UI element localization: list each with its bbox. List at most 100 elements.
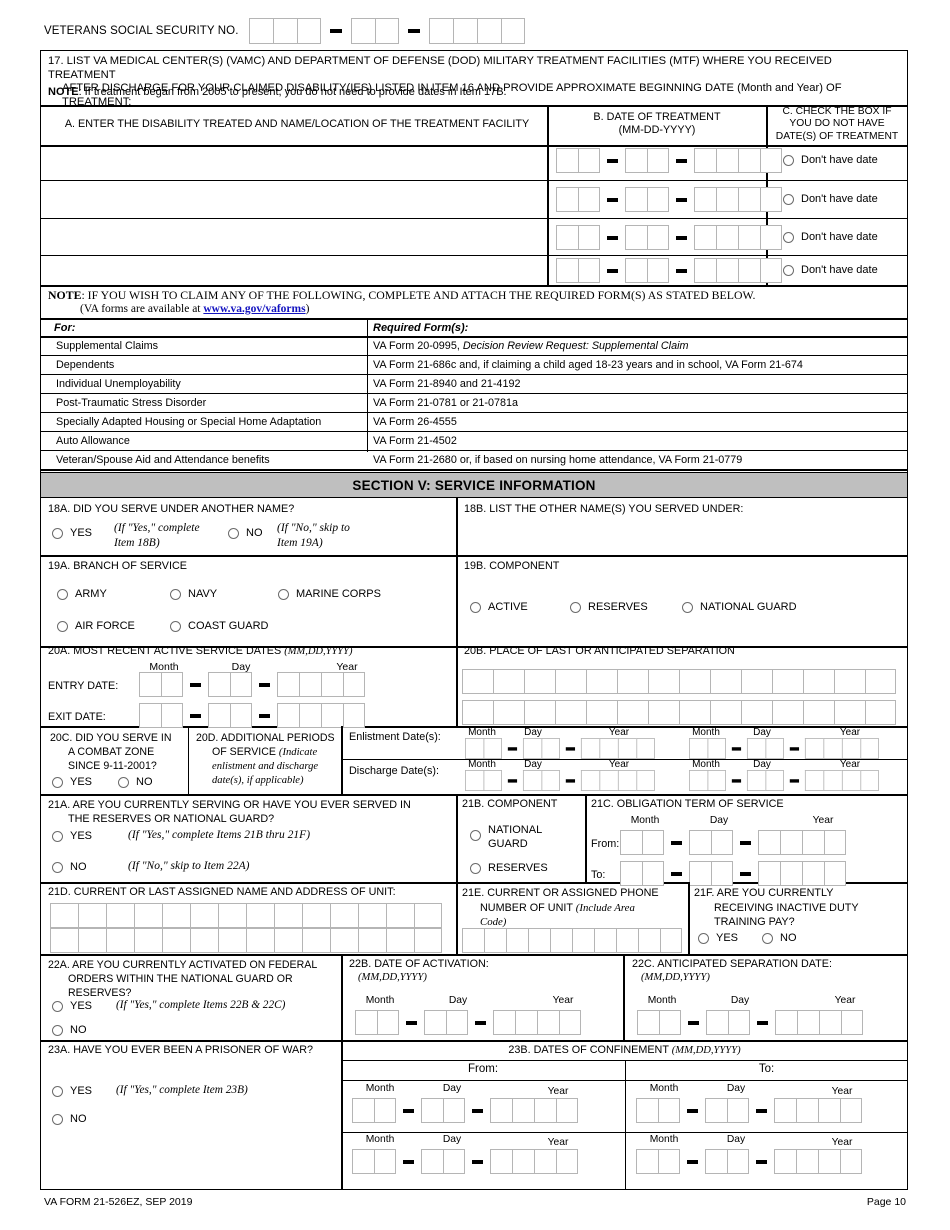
date-box[interactable]: [139, 703, 161, 728]
date-box[interactable]: [774, 1149, 796, 1174]
char-box[interactable]: [190, 903, 218, 928]
radio-icon[interactable]: [52, 776, 63, 788]
entry-date-input[interactable]: [139, 672, 365, 697]
radio-icon[interactable]: [570, 601, 581, 613]
date-box[interactable]: [522, 738, 542, 759]
date-box[interactable]: [490, 1098, 512, 1123]
radio-icon[interactable]: [52, 1113, 63, 1125]
date-box[interactable]: [642, 830, 664, 855]
char-box[interactable]: [594, 928, 616, 953]
char-box[interactable]: [648, 669, 679, 694]
date-box[interactable]: [689, 738, 708, 759]
discharge-date-input-1[interactable]: [465, 770, 655, 791]
char-box[interactable]: [462, 700, 493, 725]
date-box[interactable]: [465, 770, 484, 791]
date-box[interactable]: [689, 861, 711, 886]
ssn-box[interactable]: [452, 18, 477, 44]
date-box[interactable]: [541, 770, 560, 791]
char-box[interactable]: [386, 903, 414, 928]
date-box[interactable]: [443, 1098, 465, 1123]
exit-date-input[interactable]: [139, 703, 365, 728]
date-box[interactable]: [659, 1010, 681, 1035]
char-box[interactable]: [484, 928, 506, 953]
date-box[interactable]: [694, 258, 716, 283]
date-box[interactable]: [446, 1010, 468, 1035]
date-box[interactable]: [617, 738, 637, 759]
ssn-box[interactable]: [476, 18, 501, 44]
date-box[interactable]: [775, 1010, 797, 1035]
item21a-no-option[interactable]: NO: [52, 861, 87, 873]
date-box[interactable]: [230, 703, 252, 728]
date-box[interactable]: [636, 770, 655, 791]
treatment-date-input[interactable]: [556, 187, 782, 212]
char-box[interactable]: [134, 928, 162, 953]
date-box[interactable]: [694, 187, 716, 212]
anticipated-separation-date-input[interactable]: [637, 1010, 863, 1035]
date-box[interactable]: [760, 225, 782, 250]
char-box[interactable]: [865, 669, 896, 694]
date-box[interactable]: [774, 1098, 796, 1123]
date-box[interactable]: [647, 187, 669, 212]
date-box[interactable]: [556, 225, 578, 250]
date-box[interactable]: [483, 770, 502, 791]
char-box[interactable]: [78, 928, 106, 953]
enlistment-date-input-2[interactable]: [689, 738, 879, 759]
date-box[interactable]: [694, 148, 716, 173]
vaforms-link[interactable]: www.va.gov/vaforms: [203, 303, 305, 315]
date-box[interactable]: [716, 148, 738, 173]
date-box[interactable]: [556, 187, 578, 212]
char-box[interactable]: [246, 928, 274, 953]
date-box[interactable]: [796, 1149, 818, 1174]
char-box[interactable]: [462, 669, 493, 694]
char-box[interactable]: [865, 700, 896, 725]
enlistment-date-input-1[interactable]: [465, 738, 655, 759]
table-row[interactable]: [48, 150, 542, 178]
char-box[interactable]: [493, 669, 524, 694]
ssn-box[interactable]: [350, 18, 375, 44]
date-box[interactable]: [355, 1010, 377, 1035]
char-box[interactable]: [772, 700, 803, 725]
date-box[interactable]: [780, 861, 802, 886]
char-box[interactable]: [834, 700, 865, 725]
char-box[interactable]: [50, 903, 78, 928]
date-box[interactable]: [758, 830, 780, 855]
ssn-box[interactable]: [428, 18, 453, 44]
date-box[interactable]: [860, 738, 879, 759]
char-box[interactable]: [330, 928, 358, 953]
char-box[interactable]: [524, 669, 555, 694]
char-box[interactable]: [106, 903, 134, 928]
char-box[interactable]: [616, 928, 638, 953]
radio-icon[interactable]: [228, 527, 239, 539]
date-box[interactable]: [824, 830, 846, 855]
branch-option-coast-guard[interactable]: COAST GUARD: [170, 620, 268, 632]
item18a-no-option[interactable]: NO: [228, 527, 263, 539]
char-box[interactable]: [162, 928, 190, 953]
date-box[interactable]: [765, 738, 784, 759]
char-box[interactable]: [134, 903, 162, 928]
date-box[interactable]: [512, 1149, 534, 1174]
date-box[interactable]: [705, 1149, 727, 1174]
char-box[interactable]: [528, 928, 550, 953]
char-box[interactable]: [710, 669, 741, 694]
unit-address-row2[interactable]: [50, 928, 442, 953]
char-box[interactable]: [302, 903, 330, 928]
char-box[interactable]: [50, 928, 78, 953]
date-box[interactable]: [824, 861, 846, 886]
date-box[interactable]: [377, 1010, 399, 1035]
char-box[interactable]: [414, 928, 442, 953]
activation-date-input[interactable]: [355, 1010, 581, 1035]
date-box[interactable]: [493, 1010, 515, 1035]
char-box[interactable]: [218, 903, 246, 928]
date-box[interactable]: [537, 1010, 559, 1035]
radio-icon[interactable]: [52, 1000, 63, 1012]
date-box[interactable]: [823, 770, 842, 791]
date-box[interactable]: [625, 187, 647, 212]
date-box[interactable]: [760, 148, 782, 173]
radio-icon[interactable]: [118, 776, 129, 788]
char-box[interactable]: [572, 928, 594, 953]
date-box[interactable]: [578, 225, 600, 250]
radio-icon[interactable]: [52, 861, 63, 873]
obligation-to-input[interactable]: [620, 861, 846, 886]
item20c-no-option[interactable]: NO: [118, 776, 153, 788]
date-box[interactable]: [161, 703, 183, 728]
